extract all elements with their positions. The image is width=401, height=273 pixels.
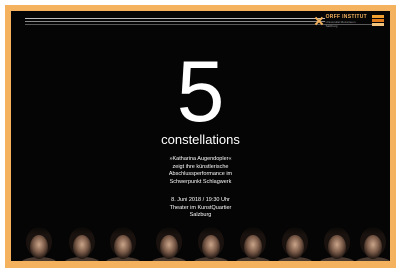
event-poster: ORFF INSTITUT Universität Mozarteum Salz… [11, 11, 390, 261]
portrait-row-image [11, 225, 390, 261]
